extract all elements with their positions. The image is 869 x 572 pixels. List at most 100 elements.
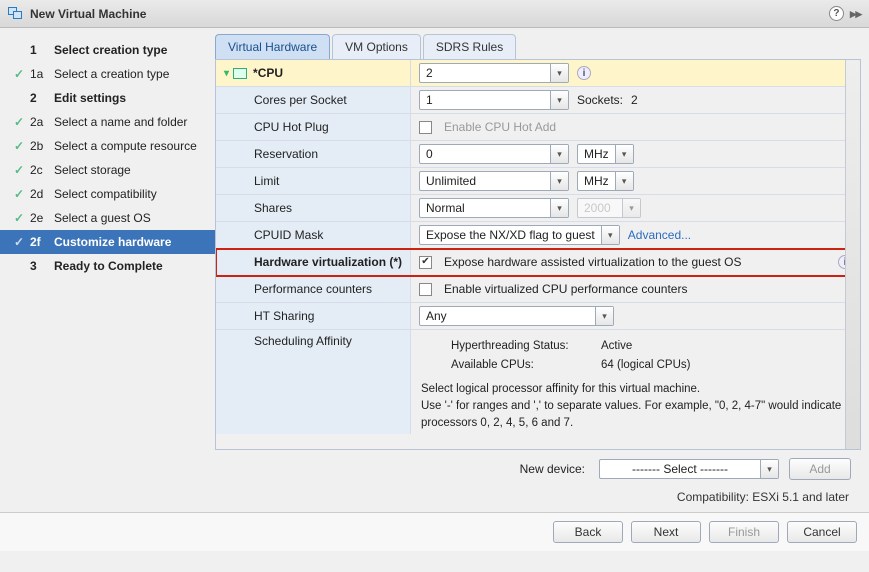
limit-combo[interactable]: Unlimited xyxy=(419,171,569,191)
row-cpuid: CPUID Mask Expose the NX/XD flag to gues… xyxy=(216,222,860,249)
step-num: 3 xyxy=(28,259,54,273)
wizard-step-2[interactable]: 2Edit settings xyxy=(0,86,215,110)
cpuid-label: CPUID Mask xyxy=(216,222,411,248)
limit-unit-combo[interactable]: MHz xyxy=(577,171,634,191)
reservation-unit-combo[interactable]: MHz xyxy=(577,144,634,164)
shares-combo[interactable]: Normal xyxy=(419,198,569,218)
chevron-down-icon[interactable] xyxy=(550,199,568,217)
reservation-value: 0 xyxy=(420,147,550,161)
sched-block: Hyperthreading Status: Active Available … xyxy=(411,330,860,438)
new-device-combo[interactable]: ------- Select ------- xyxy=(599,459,779,479)
perf-checkbox[interactable] xyxy=(419,283,432,296)
checkmark-icon: ✓ xyxy=(14,139,24,153)
cpu-header-label: *CPU xyxy=(253,66,283,80)
hotplug-text: Enable CPU Hot Add xyxy=(444,120,556,134)
hv-checkbox[interactable] xyxy=(419,256,432,269)
wizard-step-1a[interactable]: ✓1aSelect a creation type xyxy=(0,62,215,86)
limit-unit: MHz xyxy=(578,174,615,188)
wizard-step-3[interactable]: 3Ready to Complete xyxy=(0,254,215,278)
info-icon[interactable]: i xyxy=(577,66,591,80)
chevron-down-icon[interactable] xyxy=(550,64,568,82)
limit-value: Unlimited xyxy=(420,174,550,188)
cpu-label-cell[interactable]: ▾ *CPU xyxy=(216,60,411,86)
chevron-down-icon[interactable] xyxy=(550,172,568,190)
reservation-combo[interactable]: 0 xyxy=(419,144,569,164)
step-num: 2 xyxy=(28,91,54,105)
chevron-down-icon[interactable] xyxy=(550,145,568,163)
checkmark-icon: ✓ xyxy=(14,67,24,81)
help-icon[interactable]: ? xyxy=(829,6,844,21)
ht-combo[interactable]: Any xyxy=(419,306,614,326)
tab-sdrs-rules[interactable]: SDRS Rules xyxy=(423,34,516,59)
new-device-row: New device: ------- Select ------- Add xyxy=(215,450,861,484)
row-shares: Shares Normal 2000 xyxy=(216,195,860,222)
sched-label: Scheduling Affinity xyxy=(216,330,411,434)
dialog-title: New Virtual Machine xyxy=(30,7,146,21)
back-button[interactable]: Back xyxy=(553,521,623,543)
cancel-button[interactable]: Cancel xyxy=(787,521,857,543)
sched-avail-value: 64 (logical CPUs) xyxy=(601,357,690,374)
row-ht: HT Sharing Any xyxy=(216,303,860,330)
ht-value: Any xyxy=(420,309,595,323)
cores-label: Cores per Socket xyxy=(216,87,411,113)
chevron-down-icon[interactable] xyxy=(615,172,633,190)
hv-label: Hardware virtualization (*) xyxy=(216,249,411,275)
wizard-step-2f[interactable]: ✓2fCustomize hardware xyxy=(0,230,215,254)
step-label: Select creation type xyxy=(54,43,167,57)
chevron-down-icon[interactable] xyxy=(595,307,613,325)
monitor-icon xyxy=(233,68,247,79)
scrollbar[interactable] xyxy=(845,60,860,449)
cores-combo[interactable]: 1 xyxy=(419,90,569,110)
chevron-down-icon[interactable] xyxy=(601,226,619,244)
wizard-step-2e[interactable]: ✓2eSelect a guest OS xyxy=(0,206,215,230)
chevron-down-icon[interactable] xyxy=(760,460,778,478)
next-button[interactable]: Next xyxy=(631,521,701,543)
sched-text1: Select logical processor affinity for th… xyxy=(421,381,850,398)
sched-htstatus-value: Active xyxy=(601,338,632,355)
step-num: 2e xyxy=(28,211,54,225)
pin-icon[interactable]: ▸▸ xyxy=(850,6,861,22)
step-num: 1a xyxy=(28,67,54,81)
cpu-count-combo[interactable]: 2 xyxy=(419,63,569,83)
cpuid-combo[interactable]: Expose the NX/XD flag to guest xyxy=(419,225,620,245)
step-label: Ready to Complete xyxy=(54,259,163,273)
wizard-step-2a[interactable]: ✓2aSelect a name and folder xyxy=(0,110,215,134)
row-cpu: ▾ *CPU 2 i xyxy=(216,60,860,87)
checkmark-icon: ✓ xyxy=(14,211,24,225)
sockets-value: 2 xyxy=(631,93,638,107)
sched-htstatus-label: Hyperthreading Status: xyxy=(451,338,601,355)
step-num: 2b xyxy=(28,139,54,153)
step-num: 2c xyxy=(28,163,54,177)
tab-virtual-hardware[interactable]: Virtual Hardware xyxy=(215,34,330,59)
checkmark-icon: ✓ xyxy=(14,187,24,201)
vm-icon xyxy=(8,7,24,21)
step-label: Edit settings xyxy=(54,91,126,105)
row-perf: Performance counters Enable virtualized … xyxy=(216,276,860,303)
perf-text: Enable virtualized CPU performance count… xyxy=(444,282,687,296)
wizard-step-2b[interactable]: ✓ 2bSelect a compute resource xyxy=(0,134,215,158)
cpuid-value: Expose the NX/XD flag to guest xyxy=(420,228,601,242)
reservation-unit: MHz xyxy=(578,147,615,161)
step-label: Select a compute resource xyxy=(54,139,197,153)
tab-vm-options[interactable]: VM Options xyxy=(332,34,421,59)
shares-label: Shares xyxy=(216,195,411,221)
limit-label: Limit xyxy=(216,168,411,194)
row-cores: Cores per Socket 1 Sockets: 2 xyxy=(216,87,860,114)
wizard-step-1[interactable]: 1Select creation type xyxy=(0,38,215,62)
expand-icon[interactable]: ▾ xyxy=(224,68,229,79)
add-button: Add xyxy=(789,458,851,480)
wizard-content: Virtual Hardware VM Options SDRS Rules ▾… xyxy=(215,28,869,512)
wizard-step-2c[interactable]: ✓2cSelect storage xyxy=(0,158,215,182)
row-hotplug: CPU Hot Plug Enable CPU Hot Add xyxy=(216,114,860,141)
cpuid-advanced-link[interactable]: Advanced... xyxy=(628,228,691,242)
wizard-step-2d[interactable]: ✓2dSelect compatibility xyxy=(0,182,215,206)
ht-label: HT Sharing xyxy=(216,303,411,329)
titlebar: New Virtual Machine ? ▸▸ xyxy=(0,0,869,28)
chevron-down-icon[interactable] xyxy=(615,145,633,163)
hv-text: Expose hardware assisted virtualization … xyxy=(444,255,742,269)
hotplug-label: CPU Hot Plug xyxy=(216,114,411,140)
shares-num: 2000 xyxy=(578,201,622,215)
step-label: Select storage xyxy=(54,163,131,177)
chevron-down-icon[interactable] xyxy=(550,91,568,109)
tabs: Virtual Hardware VM Options SDRS Rules xyxy=(215,34,861,60)
